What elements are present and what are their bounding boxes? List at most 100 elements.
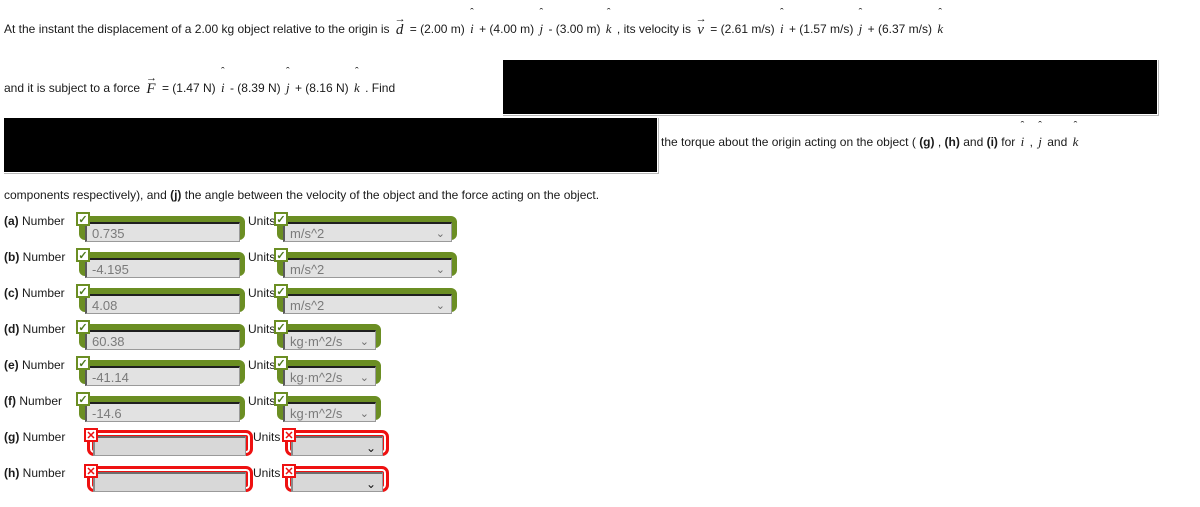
number-label: Number [22, 286, 65, 300]
number-label: Number [22, 466, 66, 480]
part-tag: (d) [4, 322, 23, 336]
number-input-b[interactable]: -4.195 [85, 258, 240, 278]
unit-vector-letter: k [354, 80, 360, 95]
unit-vector-letter: j [1038, 134, 1042, 149]
hat-accent-icon: ˆ [1020, 120, 1025, 132]
units-label: Units [248, 286, 276, 300]
unit-vector-letter: j [285, 80, 290, 95]
units-correct-icon: ✓ [274, 248, 288, 262]
unit-vector-letter: i [220, 80, 225, 95]
unit-vector-k-icon: ˆ k [1071, 121, 1081, 149]
hat-accent-icon: ˆ [1038, 120, 1042, 132]
unit-vector-letter: j [858, 21, 863, 36]
hat-accent-icon: ˆ [470, 7, 474, 19]
units-incorrect-icon: ✕ [282, 464, 296, 478]
number-input-e[interactable]: -41.14 [85, 366, 240, 386]
displacement-vector-symbol: → d [393, 14, 407, 38]
statement-line-3: the torque about the origin acting on th… [661, 121, 1200, 150]
units-label: Units [248, 394, 276, 408]
unit-vector-k-icon: ˆ k [352, 67, 362, 95]
number-label: Number [22, 322, 66, 336]
units-correct-icon: ✓ [274, 392, 288, 406]
unit-vector-j-icon: ˆ j [857, 8, 865, 36]
vector-arrow-icon: → [695, 13, 707, 25]
units-label: Units [253, 466, 281, 480]
velocity-vector-symbol: → v [694, 14, 707, 38]
unit-vector-i-icon: ˆ i [219, 67, 227, 95]
answer-row-label-c: (c) Number [4, 286, 65, 300]
answer-row-label-e: (e) Number [4, 358, 65, 372]
units-select-f[interactable]: kg·m^2/s ⌄ [283, 402, 376, 422]
number-correct-icon: ✓ [76, 248, 90, 262]
number-input-d[interactable]: 60.38 [85, 330, 240, 350]
angle-text: the angle between the velocity of the ob… [184, 188, 600, 202]
number-incorrect-icon: ✕ [84, 428, 98, 442]
part-tag: (c) [4, 286, 22, 300]
statement-text-2: and it is subject to a force [4, 81, 141, 95]
number-input-g[interactable] [93, 436, 246, 456]
part-g-reference: (g) [919, 135, 935, 149]
velocity-eq-part-2: + (1.57 m/s) [788, 22, 854, 36]
chevron-down-icon[interactable]: ⌄ [360, 332, 369, 349]
number-input-h[interactable] [93, 472, 246, 492]
answer-row-label-a: (a) Number [4, 214, 65, 228]
force-eq-part-3: + (8.16 N) [294, 81, 349, 95]
answer-row-label-h: (h) Number [4, 466, 65, 480]
force-eq-part-2: - (8.39 N) [229, 81, 281, 95]
answer-row: (d) Number ✓ 60.38 Units ✓ kg·m^2/s ⌄ [0, 316, 1200, 352]
units-select-c[interactable]: m/s^2 ⌄ [283, 294, 452, 314]
units-select-h[interactable]: ⌄ [291, 472, 383, 492]
chevron-down-icon[interactable]: ⌄ [436, 296, 445, 313]
problem-statement: At the instant the displacement of a 2.0… [4, 0, 1200, 203]
unit-vector-i-icon: ˆ i [778, 8, 786, 36]
answer-row: (f) Number ✓ -14.6 Units ✓ kg·m^2/s ⌄ [0, 388, 1200, 424]
units-select-a[interactable]: m/s^2 ⌄ [283, 222, 452, 242]
units-label: Units [248, 358, 276, 372]
displacement-eq-part-2: + (4.00 m) [479, 22, 535, 36]
for-text: for [1001, 135, 1016, 149]
units-correct-icon: ✓ [274, 284, 288, 298]
comma-1: , [937, 135, 942, 149]
units-correct-icon: ✓ [274, 212, 288, 226]
unit-vector-k-icon: ˆ k [935, 8, 945, 36]
units-select-g[interactable]: ⌄ [291, 436, 383, 456]
answer-row: (e) Number ✓ -41.14 Units ✓ kg·m^2/s ⌄ [0, 352, 1200, 388]
answer-row-label-f: (f) Number [4, 394, 62, 408]
units-select-e[interactable]: kg·m^2/s ⌄ [283, 366, 376, 386]
number-input-a[interactable]: 0.735 [85, 222, 240, 242]
unit-vector-j-icon: ˆ j [284, 67, 292, 95]
hat-accent-icon: ˆ [858, 7, 863, 19]
units-select-b[interactable]: m/s^2 ⌄ [283, 258, 452, 278]
unit-vector-letter: j [539, 21, 544, 36]
number-input-f[interactable]: -14.6 [85, 402, 240, 422]
chevron-down-icon[interactable]: ⌄ [360, 368, 369, 385]
part-tag: (g) [4, 430, 23, 444]
velocity-eq-part-3: + (6.37 m/s) [867, 22, 932, 36]
chevron-down-icon[interactable]: ⌄ [436, 260, 445, 277]
answer-row: (g) Number ✕ Units ✕ ⌄ [0, 424, 1200, 460]
chevron-down-icon[interactable]: ⌄ [366, 474, 376, 491]
redaction-box-1 [503, 60, 1157, 114]
number-input-c[interactable]: 4.08 [85, 294, 240, 314]
units-select-d[interactable]: kg·m^2/s ⌄ [283, 330, 376, 350]
hat-accent-icon: ˆ [779, 7, 784, 19]
answer-row: (a) Number ✓ 0.735 Units ✓ m/s^2 ⌄ [0, 208, 1200, 244]
units-selected-value: kg·m^2/s [290, 406, 343, 421]
number-correct-icon: ✓ [76, 320, 90, 334]
chevron-down-icon[interactable]: ⌄ [436, 224, 445, 241]
hat-accent-icon: ˆ [606, 7, 611, 19]
hat-accent-icon: ˆ [220, 66, 225, 78]
units-selected-value: kg·m^2/s [290, 334, 343, 349]
number-correct-icon: ✓ [76, 356, 90, 370]
vector-arrow-icon: → [146, 72, 157, 84]
statement-line-4: components respectively), and (j) the an… [4, 188, 1200, 202]
chevron-down-icon[interactable]: ⌄ [366, 438, 376, 455]
displacement-eq-part-1: = (2.00 m) [409, 22, 465, 36]
force-vector-symbol: → F [143, 73, 158, 97]
number-label: Number [19, 394, 63, 408]
chevron-down-icon[interactable]: ⌄ [360, 404, 369, 421]
unit-vector-letter: i [470, 21, 474, 36]
hat-accent-icon: ˆ [1073, 120, 1078, 132]
torque-text-prefix: the torque about the origin acting on th… [661, 135, 916, 149]
part-i-reference: (i) [986, 135, 998, 149]
